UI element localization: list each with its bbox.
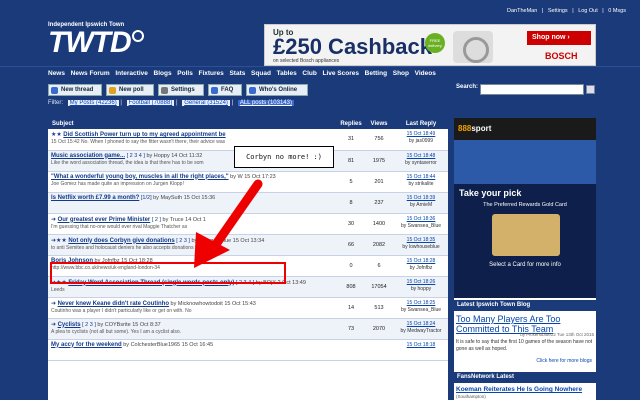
- annotation-arrow-icon: [194, 179, 263, 268]
